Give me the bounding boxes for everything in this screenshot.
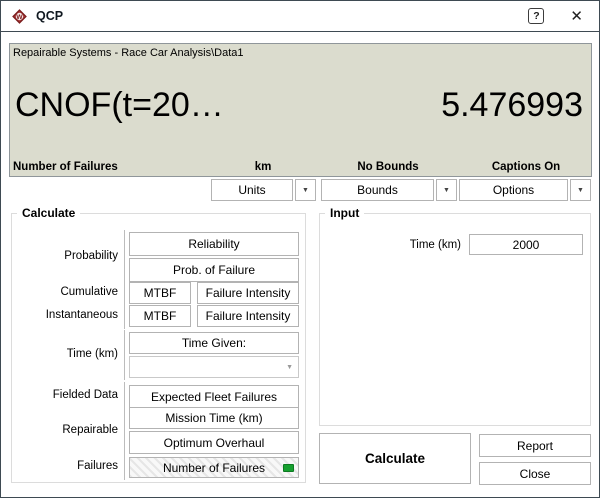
label-separator (124, 405, 125, 456)
label-repairable: Repairable (11, 424, 118, 436)
help-icon: ? (533, 10, 539, 22)
mtbf-cumulative-button[interactable]: MTBF (129, 282, 191, 304)
window-title: QCP (36, 9, 63, 23)
chevron-down-icon: ▼ (302, 187, 309, 194)
label-separator (124, 454, 125, 480)
function-label: CNOF(t=20… (15, 86, 224, 125)
status-bounds-label: No Bounds (357, 161, 418, 173)
report-button[interactable]: Report (479, 434, 591, 457)
label-probability: Probability (11, 250, 118, 262)
bounds-dropdown-button[interactable]: ▼ (436, 179, 457, 201)
svg-text:W: W (16, 13, 23, 20)
label-separator (124, 230, 125, 285)
status-units-label: km (255, 161, 272, 173)
close-button[interactable]: ✕ (570, 9, 583, 24)
options-dropdown-button[interactable]: ▼ (570, 179, 591, 201)
dataset-path: Repairable Systems - Race Car Analysis\D… (13, 47, 243, 59)
label-separator (124, 330, 125, 380)
prob-of-failure-button[interactable]: Prob. of Failure (129, 258, 299, 282)
time-input-label: Time (km) (353, 239, 461, 251)
close-action-button[interactable]: Close (479, 462, 591, 485)
label-separator (124, 303, 125, 329)
help-button[interactable]: ? (528, 8, 544, 24)
label-cumulative: Cumulative (11, 286, 118, 298)
label-instantaneous: Instantaneous (11, 309, 118, 321)
time-given-button[interactable]: Time Given: (129, 332, 299, 354)
number-of-failures-button[interactable]: Number of Failures (129, 457, 299, 478)
qcp-window: W QCP ? ✕ Repairable Systems - Race Car … (0, 0, 600, 498)
label-failures: Failures (11, 460, 118, 472)
time-input[interactable] (469, 234, 583, 255)
close-icon: ✕ (570, 8, 583, 25)
chevron-down-icon: ▼ (577, 187, 584, 194)
app-icon: W (11, 8, 28, 25)
options-split-button: Options ▼ (459, 179, 591, 201)
mtbf-instantaneous-button[interactable]: MTBF (129, 305, 191, 327)
units-button[interactable]: Units (211, 179, 293, 201)
chevron-down-icon: ▼ (443, 187, 450, 194)
optimum-overhaul-button[interactable]: Optimum Overhaul (129, 431, 299, 454)
label-fielded-data: Fielded Data (11, 389, 118, 401)
label-time: Time (km) (11, 348, 118, 360)
selected-indicator (283, 464, 294, 472)
mission-time-button[interactable]: Mission Time (km) (129, 407, 299, 429)
bounds-button[interactable]: Bounds (321, 179, 434, 201)
units-dropdown-button[interactable]: ▼ (295, 179, 316, 201)
status-captions-label: Captions On (492, 161, 560, 173)
failure-intensity-cumulative-button[interactable]: Failure Intensity (197, 282, 299, 304)
input-group-title: Input (325, 206, 364, 220)
reliability-button[interactable]: Reliability (129, 232, 299, 256)
number-of-failures-label: Number of Failures (163, 461, 265, 475)
calculate-group-title: Calculate (17, 206, 80, 220)
expected-fleet-failures-button[interactable]: Expected Fleet Failures (129, 385, 299, 408)
calculate-button[interactable]: Calculate (319, 433, 471, 484)
result-row: CNOF(t=20… 5.476993 (15, 86, 583, 125)
failure-intensity-instantaneous-button[interactable]: Failure Intensity (197, 305, 299, 327)
status-metric-label: Number of Failures (13, 161, 118, 173)
units-split-button: Units ▼ (211, 179, 316, 201)
time-units-combobox[interactable]: ▼ (129, 356, 299, 378)
options-button[interactable]: Options (459, 179, 568, 201)
titlebar: W QCP ? ✕ (1, 1, 599, 32)
result-display: Repairable Systems - Race Car Analysis\D… (9, 43, 592, 177)
bounds-split-button: Bounds ▼ (321, 179, 457, 201)
result-value: 5.476993 (441, 86, 583, 125)
combo-arrow-icon: ▼ (286, 364, 293, 371)
